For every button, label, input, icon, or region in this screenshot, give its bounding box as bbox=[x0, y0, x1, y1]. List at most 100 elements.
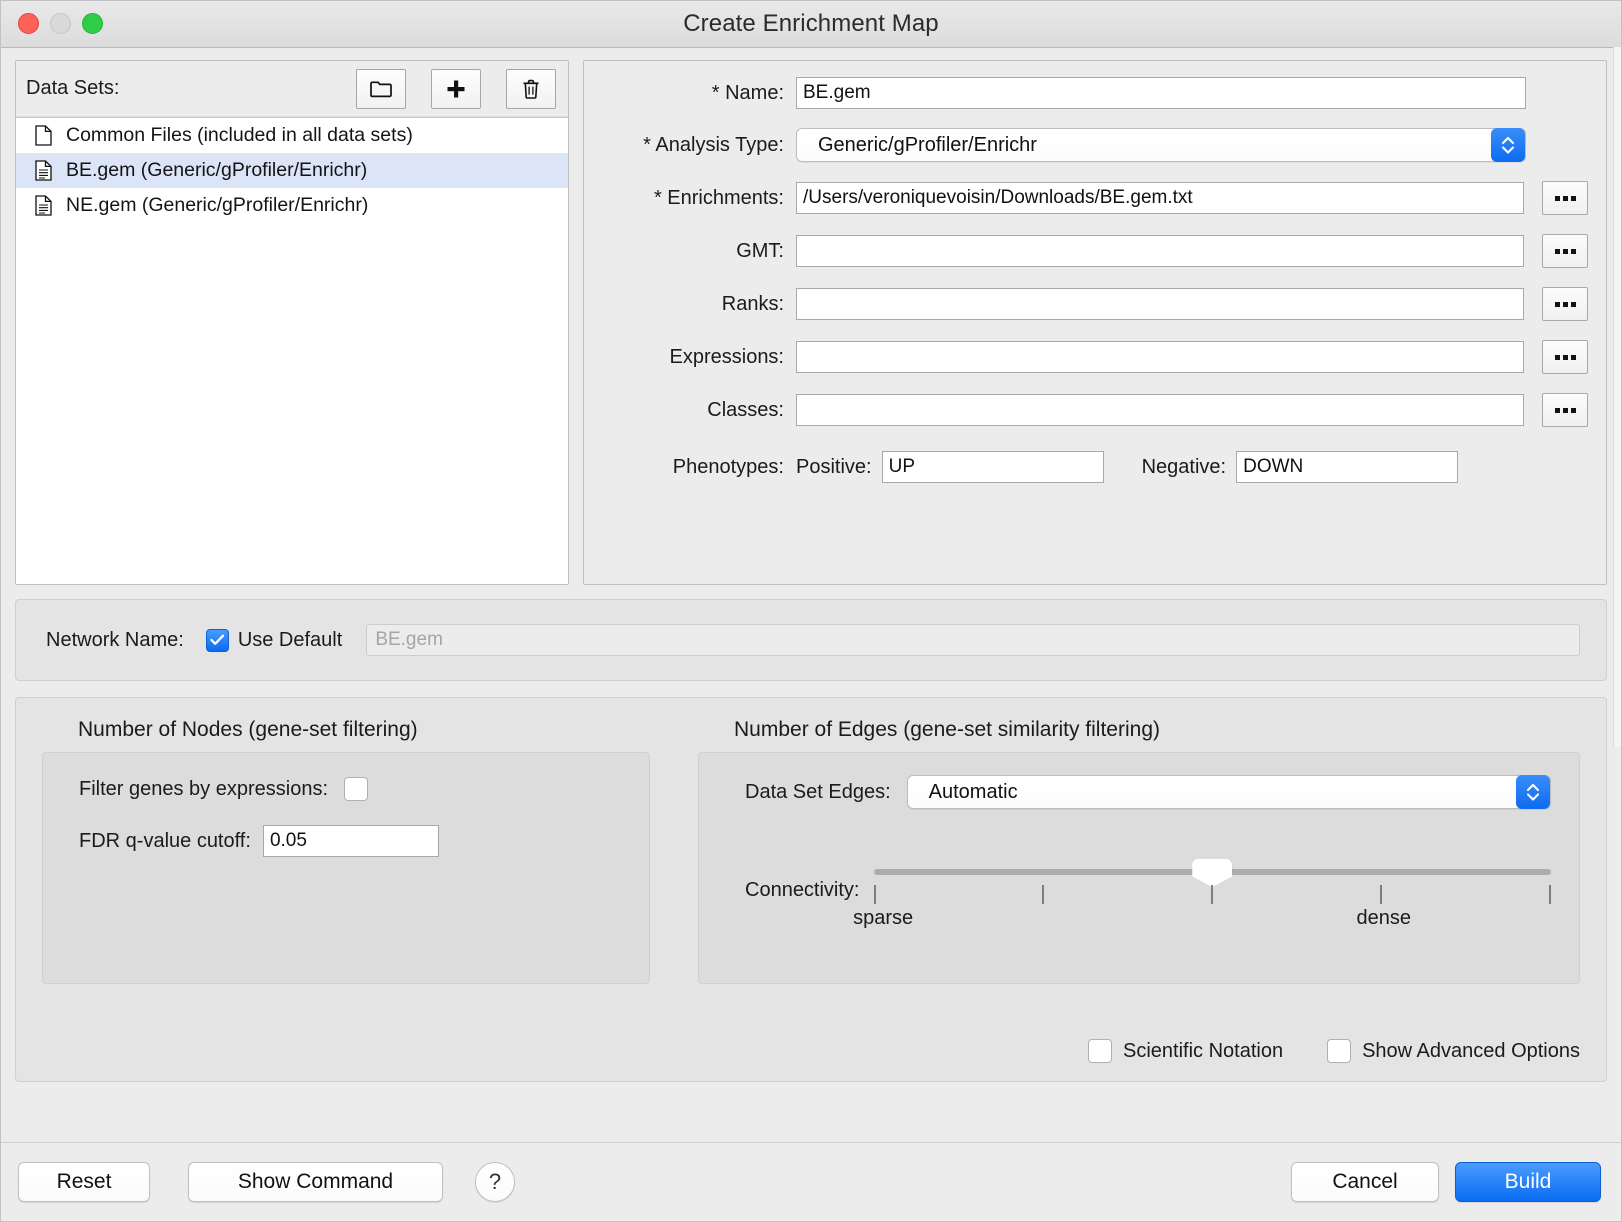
show-advanced-checkbox[interactable] bbox=[1327, 1039, 1352, 1063]
dataset-edges-dropdown[interactable]: Automatic bbox=[906, 775, 1551, 809]
ellipsis-dot bbox=[1570, 407, 1576, 413]
network-name-label: Network Name: bbox=[46, 628, 184, 651]
use-default-checkbox[interactable] bbox=[205, 628, 229, 652]
list-item-label: NE.gem (Generic/gProfiler/Enrichr) bbox=[66, 194, 369, 216]
gmt-input[interactable] bbox=[796, 235, 1524, 267]
ellipsis-dot bbox=[1570, 301, 1576, 307]
close-window-button[interactable] bbox=[18, 13, 39, 34]
text-file-icon bbox=[32, 195, 54, 216]
cancel-button[interactable]: Cancel bbox=[1291, 1162, 1439, 1202]
dialog-content: Data Sets: Common Files (included in all… bbox=[1, 48, 1621, 1082]
gmt-browse-button[interactable] bbox=[1542, 234, 1588, 268]
reset-button[interactable]: Reset bbox=[18, 1162, 150, 1202]
expressions-browse-button[interactable] bbox=[1542, 340, 1588, 374]
network-name-input[interactable] bbox=[366, 624, 1580, 656]
slider-tick bbox=[1211, 885, 1214, 904]
enrichments-input[interactable] bbox=[796, 182, 1524, 214]
nodes-section-box: Filter genes by expressions: FDR q-value… bbox=[42, 752, 650, 984]
window-controls bbox=[18, 13, 103, 34]
check-icon bbox=[210, 634, 224, 645]
ellipsis-dot bbox=[1562, 407, 1568, 413]
dataset-edges-label: Data Set Edges: bbox=[745, 780, 891, 803]
ellipsis-dot bbox=[1554, 407, 1560, 413]
analysis-type-value: Generic/gProfiler/Enrichr bbox=[818, 133, 1037, 156]
ellipsis-dot bbox=[1554, 195, 1560, 201]
bottom-options-row: Scientific Notation Show Advanced Option… bbox=[1088, 1039, 1580, 1063]
fdr-cutoff-input[interactable] bbox=[262, 825, 439, 857]
ellipsis-dot bbox=[1562, 301, 1568, 307]
classes-row: Classes: bbox=[584, 393, 1588, 427]
data-sets-list[interactable]: Common Files (included in all data sets)… bbox=[16, 117, 568, 584]
ellipsis-dot bbox=[1570, 354, 1576, 360]
title-bar: Create Enrichment Map bbox=[1, 1, 1621, 48]
slider-tick bbox=[873, 885, 876, 904]
delete-dataset-button[interactable] bbox=[506, 68, 556, 109]
filter-genes-row: Filter genes by expressions: bbox=[43, 777, 649, 801]
data-sets-panel: Data Sets: Common Files (included in all… bbox=[15, 60, 569, 585]
list-item[interactable]: Common Files (included in all data sets) bbox=[16, 118, 568, 153]
gmt-label: GMT: bbox=[736, 239, 784, 262]
chevron-updown-icon[interactable] bbox=[1491, 128, 1525, 162]
classes-input[interactable] bbox=[796, 394, 1524, 426]
open-folder-button[interactable] bbox=[356, 68, 406, 109]
folder-icon bbox=[370, 80, 392, 98]
use-default-label: Use Default bbox=[237, 628, 343, 651]
expressions-label: Expressions: bbox=[669, 345, 785, 368]
zoom-window-button[interactable] bbox=[82, 13, 103, 34]
gmt-row: GMT: bbox=[584, 234, 1588, 268]
show-advanced-option[interactable]: Show Advanced Options bbox=[1327, 1039, 1580, 1063]
ellipsis-dot bbox=[1570, 248, 1576, 254]
phenotype-positive-label: Positive: bbox=[796, 455, 872, 478]
trash-icon bbox=[522, 79, 540, 99]
help-button[interactable]: ? bbox=[475, 1162, 515, 1202]
show-advanced-label: Show Advanced Options bbox=[1362, 1039, 1580, 1062]
nodes-section-title: Number of Nodes (gene-set filtering) bbox=[78, 718, 418, 741]
enrichments-label: * Enrichments: bbox=[653, 186, 784, 209]
add-dataset-button[interactable] bbox=[431, 68, 481, 109]
name-label: * Name: bbox=[711, 81, 784, 104]
data-sets-label: Data Sets: bbox=[26, 77, 120, 99]
build-button[interactable]: Build bbox=[1455, 1162, 1601, 1202]
chevron-updown-icon[interactable] bbox=[1516, 775, 1550, 809]
phenotypes-row: Phenotypes: Positive: Negative: bbox=[584, 451, 1588, 483]
analysis-type-dropdown[interactable]: Generic/gProfiler/Enrichr bbox=[796, 128, 1526, 162]
ellipsis-dot bbox=[1562, 195, 1568, 201]
list-item[interactable]: NE.gem (Generic/gProfiler/Enrichr) bbox=[16, 188, 568, 223]
phenotype-negative-input[interactable] bbox=[1236, 451, 1459, 483]
ellipsis-dot bbox=[1554, 354, 1560, 360]
analysis-type-label: * Analysis Type: bbox=[643, 133, 784, 156]
top-row: Data Sets: Common Files (included in all… bbox=[15, 48, 1607, 585]
scientific-notation-checkbox[interactable] bbox=[1088, 1039, 1112, 1063]
slider-thumb[interactable] bbox=[1192, 859, 1233, 887]
dataset-edges-row: Data Set Edges: Automatic bbox=[699, 775, 1579, 809]
slider-ticks bbox=[873, 885, 1551, 904]
phenotype-negative-label: Negative: bbox=[1141, 455, 1227, 478]
classes-label: Classes: bbox=[707, 398, 784, 421]
scientific-notation-option[interactable]: Scientific Notation bbox=[1088, 1039, 1283, 1063]
ranks-browse-button[interactable] bbox=[1542, 287, 1588, 321]
ranks-input[interactable] bbox=[796, 288, 1524, 320]
connectivity-slider[interactable]: sparse dense bbox=[853, 853, 1551, 929]
ranks-label: Ranks: bbox=[721, 292, 784, 315]
scientific-notation-label: Scientific Notation bbox=[1123, 1039, 1284, 1062]
fdr-cutoff-row: FDR q-value cutoff: bbox=[43, 825, 649, 857]
create-enrichment-map-dialog: Create Enrichment Map Data Sets: Common … bbox=[0, 0, 1622, 1222]
text-file-icon bbox=[32, 160, 54, 181]
fdr-cutoff-label: FDR q-value cutoff: bbox=[79, 829, 251, 852]
show-command-button[interactable]: Show Command bbox=[188, 1162, 443, 1202]
filter-genes-checkbox[interactable] bbox=[344, 777, 369, 801]
enrichments-browse-button[interactable] bbox=[1542, 181, 1588, 215]
classes-browse-button[interactable] bbox=[1542, 393, 1588, 427]
edges-section-title: Number of Edges (gene-set similarity fil… bbox=[734, 718, 1160, 741]
list-item-label: BE.gem (Generic/gProfiler/Enrichr) bbox=[66, 159, 368, 181]
connectivity-row: Connectivity: sparse dense bbox=[699, 809, 1579, 929]
network-name-bar: Network Name: Use Default bbox=[15, 599, 1607, 681]
minimize-window-button[interactable] bbox=[50, 13, 71, 34]
window-edge-sliver bbox=[1613, 47, 1621, 747]
slider-tick bbox=[1380, 885, 1383, 904]
name-input[interactable] bbox=[796, 77, 1526, 109]
expressions-input[interactable] bbox=[796, 341, 1524, 373]
ellipsis-dot bbox=[1570, 195, 1576, 201]
list-item[interactable]: BE.gem (Generic/gProfiler/Enrichr) bbox=[16, 153, 568, 188]
phenotype-positive-input[interactable] bbox=[881, 451, 1104, 483]
